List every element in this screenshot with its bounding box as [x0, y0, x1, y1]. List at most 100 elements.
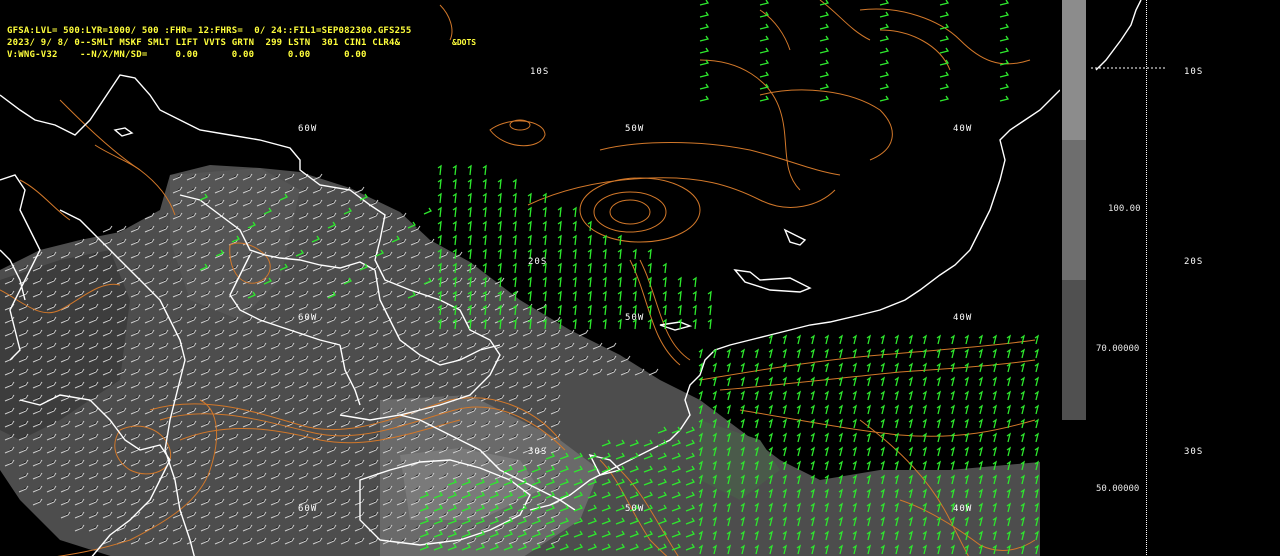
map-panel[interactable] [0, 0, 1060, 559]
wind-barb [852, 334, 858, 345]
wind-barb [754, 418, 760, 429]
wind-barb [647, 262, 652, 274]
wind-barb [512, 248, 517, 260]
wind-barb [950, 348, 956, 359]
wind-barb [992, 404, 998, 415]
wind-barb [647, 290, 652, 302]
wind-barb [102, 225, 113, 233]
wind-barb [692, 276, 697, 288]
wind-barb [602, 234, 607, 246]
color-bar [1062, 0, 1086, 420]
wind-barb [452, 206, 457, 218]
wind-barb [606, 342, 617, 350]
wind-barb [796, 348, 802, 359]
wind-barb [950, 390, 956, 401]
wind-barb [880, 432, 886, 443]
wind-barb [512, 206, 517, 218]
wind-barb [482, 206, 487, 218]
wind-barb [437, 164, 442, 176]
wind-barb [852, 418, 858, 429]
wind-barb [819, 11, 830, 18]
wind-barb [467, 206, 472, 218]
wind-barb [782, 362, 788, 373]
wind-barb [482, 262, 487, 274]
wind-barb [467, 164, 472, 176]
wind-barb [437, 234, 442, 246]
color-bar-label-100: 100.00 [1108, 204, 1141, 214]
wind-barb [1020, 376, 1026, 387]
wind-barb [662, 304, 667, 316]
wind-barb [964, 348, 970, 359]
wind-barb [572, 290, 577, 302]
wind-barb [677, 304, 682, 316]
wind-barb [768, 418, 774, 429]
wind-barb [908, 404, 914, 415]
wind-barb [699, 59, 710, 66]
wind-barb [810, 334, 816, 345]
wind-barb [557, 220, 562, 232]
wind-barb [908, 432, 914, 443]
right-panel-divider [1146, 0, 1147, 559]
wind-barb [632, 290, 637, 302]
wind-barb [452, 178, 457, 190]
wind-barb [602, 248, 607, 260]
wind-barb [810, 460, 816, 471]
wind-barb [908, 418, 914, 429]
wind-barb [698, 390, 704, 401]
wind-barb [922, 390, 928, 401]
wind-barb [698, 376, 704, 387]
wind-barb [978, 404, 984, 415]
wind-barb [978, 390, 984, 401]
wind-barb [497, 248, 502, 260]
wind-barb [964, 362, 970, 373]
wind-barb [796, 418, 802, 429]
wind-barb [437, 192, 442, 204]
wind-barb [699, 11, 710, 18]
lon-label-60w-bottom: 60W [298, 504, 318, 514]
wind-barb [852, 348, 858, 359]
wind-barb [879, 83, 890, 90]
wind-barb [602, 262, 607, 274]
wind-barb [1034, 362, 1040, 373]
wind-barb [587, 262, 592, 274]
wind-barb [587, 234, 592, 246]
wind-barb [726, 362, 732, 373]
wind-barb [824, 376, 830, 387]
wind-barb [602, 276, 607, 288]
wind-barb [572, 206, 577, 218]
wind-barb [894, 362, 900, 373]
wind-barb [824, 348, 830, 359]
shaded-region [0, 165, 1040, 559]
wind-barb [964, 432, 970, 443]
wind-barb [992, 348, 998, 359]
wind-barb [602, 290, 607, 302]
wind-barb [527, 220, 532, 232]
wind-barb [1006, 432, 1012, 443]
wind-barb [838, 390, 844, 401]
wind-barb [759, 71, 770, 78]
wind-barb [908, 390, 914, 401]
wind-barb [572, 248, 577, 260]
wind-barb [712, 362, 718, 373]
wind-barb [782, 432, 788, 443]
wind-barb [939, 71, 950, 78]
wind-barb [999, 83, 1010, 90]
wind-barb [437, 220, 442, 232]
wind-barb [578, 329, 589, 337]
wind-barb [542, 206, 547, 218]
wind-barb [557, 234, 562, 246]
wind-barb [542, 304, 547, 316]
wind-barb [557, 290, 562, 302]
dots-tag: &DOTS [452, 38, 477, 47]
wind-barb [692, 304, 697, 316]
wind-barb [908, 348, 914, 359]
wind-barb [754, 390, 760, 401]
wind-barb [824, 418, 830, 429]
wind-barb [712, 376, 718, 387]
wind-barb [740, 348, 746, 359]
wind-barb [759, 0, 770, 6]
wind-barb [880, 334, 886, 345]
wind-barb [796, 432, 802, 443]
wind-barb [866, 376, 872, 387]
wind-barb [880, 376, 886, 387]
